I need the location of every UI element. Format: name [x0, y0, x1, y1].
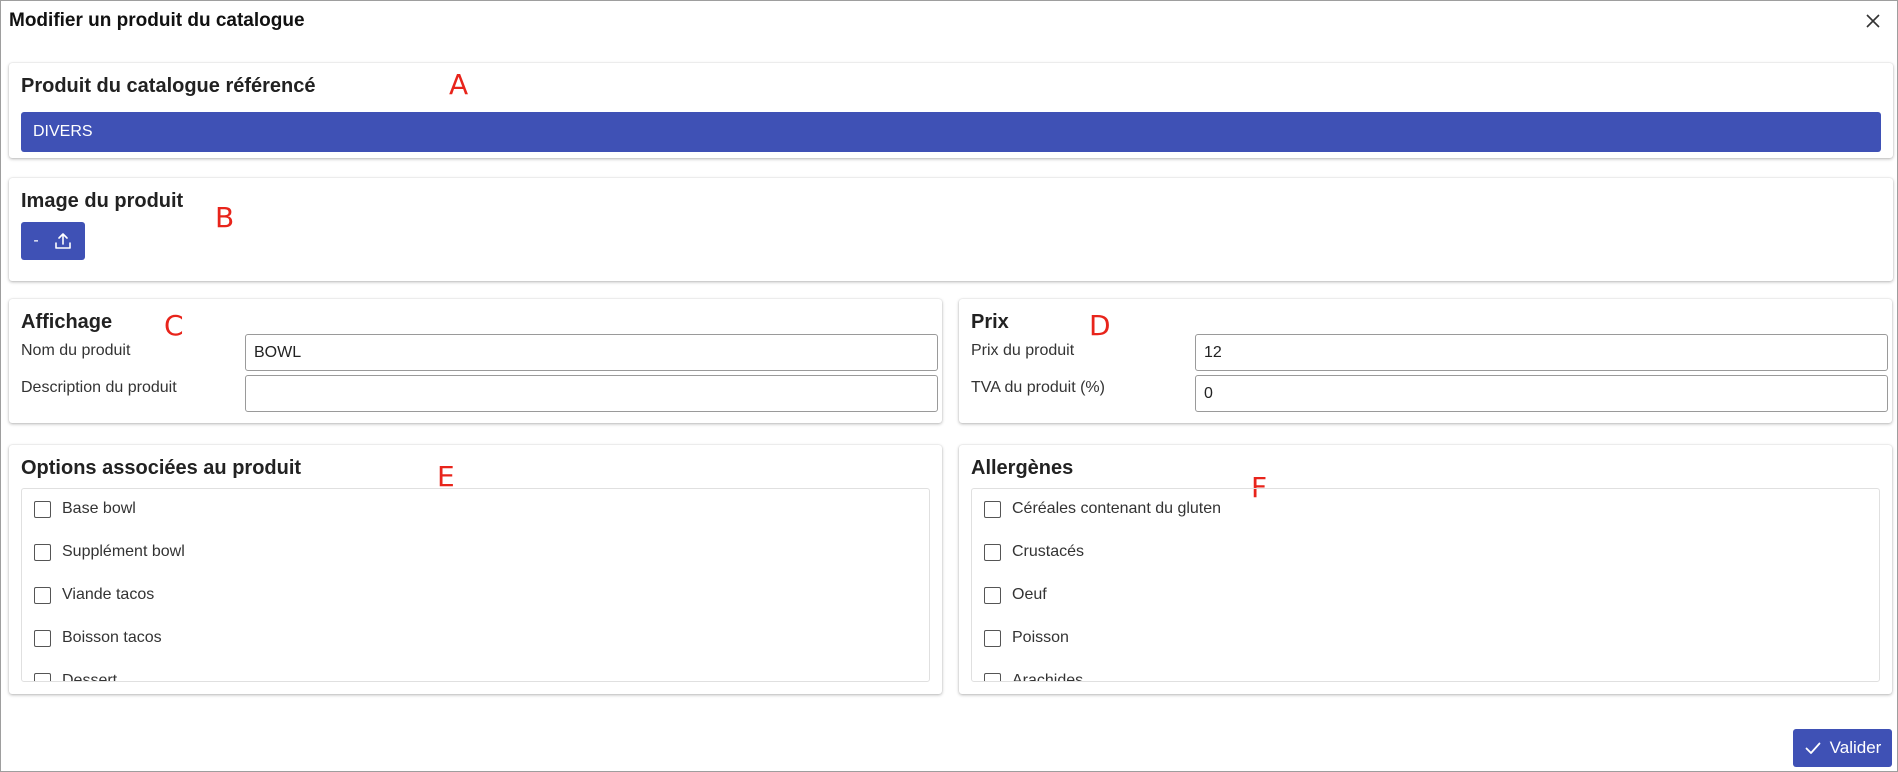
allergen-checkbox-item[interactable]: Crustacés	[984, 543, 1084, 561]
checkbox[interactable]	[984, 586, 1001, 604]
option-checkbox-item[interactable]: Base bowl	[34, 500, 136, 518]
product-description-input[interactable]	[245, 375, 938, 412]
option-label: Dessert	[62, 672, 118, 682]
option-checkbox-item[interactable]: Viande tacos	[34, 586, 154, 604]
checkbox[interactable]	[984, 500, 1001, 518]
options-list[interactable]: Base bowl Supplément bowl Viande tacos B…	[21, 488, 930, 682]
display-title: Affichage	[21, 311, 113, 333]
catalog-product-title: Produit du catalogue référencé	[21, 75, 316, 97]
annotation-label-a: A	[449, 68, 469, 101]
checkbox[interactable]	[34, 586, 51, 604]
checkbox[interactable]	[34, 672, 51, 681]
product-image-title: Image du produit	[21, 190, 184, 212]
option-label: Base bowl	[62, 500, 136, 517]
allergen-checkbox-item[interactable]: Céréales contenant du gluten	[984, 500, 1221, 518]
allergens-card: Allergènes F Céréales contenant du glute…	[959, 445, 1892, 694]
catalog-product-selector[interactable]: DIVERS	[21, 112, 1881, 152]
upload-button-text: -	[33, 232, 39, 249]
option-label: Supplément bowl	[62, 543, 185, 560]
product-options-title: Options associées au produit	[21, 457, 302, 479]
option-checkbox-item[interactable]: Boisson tacos	[34, 629, 162, 647]
product-options-card: Options associées au produit E Base bowl…	[9, 445, 942, 694]
submit-button-label: Valider	[1829, 738, 1882, 757]
product-price-input[interactable]	[1195, 334, 1888, 371]
product-vat-input[interactable]	[1195, 375, 1888, 412]
checkbox[interactable]	[34, 629, 51, 647]
check-icon	[1805, 742, 1821, 754]
allergen-checkbox-item[interactable]: Oeuf	[984, 586, 1047, 604]
upload-image-button[interactable]: -	[21, 222, 85, 260]
annotation-label-d: D	[1089, 309, 1111, 342]
allergen-checkbox-item[interactable]: Arachides	[984, 672, 1084, 682]
product-name-label: Nom du produit	[21, 342, 131, 359]
option-checkbox-item[interactable]: Supplément bowl	[34, 543, 185, 561]
checkbox[interactable]	[34, 500, 51, 518]
checkbox[interactable]	[984, 543, 1001, 561]
price-title: Prix	[971, 311, 1009, 333]
price-card: Prix D Prix du produit TVA du produit (%…	[959, 299, 1892, 423]
checkbox[interactable]	[984, 629, 1001, 647]
submit-button[interactable]: Valider	[1793, 729, 1892, 767]
allergen-label: Céréales contenant du gluten	[1012, 500, 1222, 517]
product-description-label: Description du produit	[21, 379, 177, 396]
product-vat-label: TVA du produit (%)	[971, 379, 1105, 396]
product-image-card: Image du produit B -	[9, 178, 1893, 281]
option-checkbox-item[interactable]: Dessert	[34, 672, 118, 682]
upload-icon	[54, 233, 71, 249]
allergens-list[interactable]: Céréales contenant du gluten Crustacés O…	[971, 488, 1880, 682]
allergen-label: Poisson	[1012, 629, 1069, 646]
allergen-checkbox-item[interactable]: Poisson	[984, 629, 1069, 647]
allergens-title: Allergènes	[971, 457, 1074, 479]
close-button[interactable]	[1859, 7, 1887, 35]
close-icon	[1866, 14, 1880, 28]
edit-catalog-product-dialog: Modifier un produit du catalogue Produit…	[0, 0, 1898, 772]
dialog-title: Modifier un produit du catalogue	[9, 10, 305, 31]
option-label: Viande tacos	[62, 586, 155, 603]
annotation-label-b: B	[215, 201, 235, 234]
product-price-label: Prix du produit	[971, 342, 1075, 359]
allergen-label: Crustacés	[1012, 543, 1085, 560]
checkbox[interactable]	[34, 543, 51, 561]
catalog-product-card: Produit du catalogue référencé A DIVERS	[9, 63, 1893, 158]
allergen-label: Oeuf	[1012, 586, 1047, 603]
option-label: Boisson tacos	[62, 629, 162, 646]
display-card: Affichage C Nom du produit Description d…	[9, 299, 942, 423]
checkbox[interactable]	[984, 672, 1001, 681]
annotation-label-c: C	[164, 309, 184, 342]
allergen-label: Arachides	[1012, 672, 1084, 682]
product-name-input[interactable]	[245, 334, 938, 371]
